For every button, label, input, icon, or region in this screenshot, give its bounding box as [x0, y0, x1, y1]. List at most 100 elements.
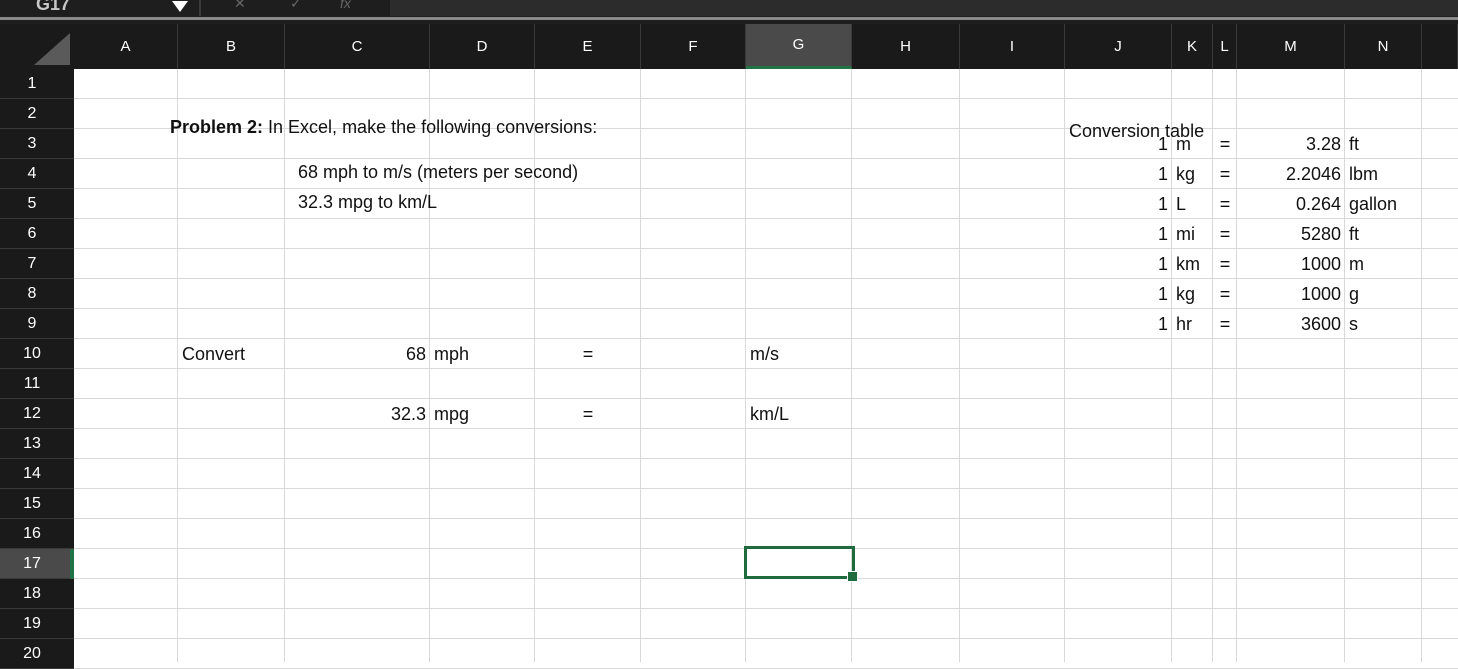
- conversion-to-unit[interactable]: lbm: [1345, 159, 1422, 189]
- conversion-from-unit[interactable]: km: [1172, 249, 1213, 279]
- row10-equals[interactable]: =: [535, 339, 641, 369]
- conversion-value[interactable]: 5280: [1237, 219, 1345, 249]
- row12-target-unit[interactable]: km/L: [746, 399, 852, 429]
- conversion-value[interactable]: 1000: [1237, 279, 1345, 309]
- conversion-equals[interactable]: =: [1213, 279, 1237, 309]
- column-header-n[interactable]: N: [1345, 24, 1422, 69]
- row-number: 1: [27, 75, 37, 92]
- active-cell-selection[interactable]: [744, 546, 858, 582]
- row-number: 10: [23, 345, 41, 362]
- row-number: 13: [23, 435, 41, 452]
- conversion-equals[interactable]: =: [1213, 219, 1237, 249]
- conversion-value[interactable]: 3600: [1237, 309, 1345, 339]
- gridline-horizontal: [74, 488, 1458, 489]
- row-header-16[interactable]: 16: [0, 519, 74, 549]
- column-header-d[interactable]: D: [430, 24, 535, 69]
- row12-unit[interactable]: mpg: [430, 399, 535, 429]
- conversion-value[interactable]: 2.2046: [1237, 159, 1345, 189]
- row10-value[interactable]: 68: [285, 339, 430, 369]
- cancel-icon[interactable]: ✕: [234, 0, 246, 12]
- row-header-4[interactable]: 4: [0, 159, 74, 189]
- conversion-value[interactable]: 0.264: [1237, 189, 1345, 219]
- column-header-o[interactable]: [1422, 24, 1458, 69]
- row-number: 8: [27, 285, 37, 302]
- conversion-from-unit[interactable]: L: [1172, 189, 1213, 219]
- conversion-to-unit[interactable]: ft: [1345, 219, 1422, 249]
- row-header-17[interactable]: 17: [0, 549, 74, 579]
- task-2-text[interactable]: 32.3 mpg to km/L: [294, 187, 894, 217]
- column-header-e[interactable]: E: [535, 24, 641, 69]
- column-header-a[interactable]: A: [74, 24, 178, 69]
- conversion-equals[interactable]: =: [1213, 159, 1237, 189]
- conversion-from-unit[interactable]: kg: [1172, 159, 1213, 189]
- row10-unit[interactable]: mph: [430, 339, 535, 369]
- row12-equals[interactable]: =: [535, 399, 641, 429]
- conversion-equals[interactable]: =: [1213, 129, 1237, 159]
- row-number: 15: [23, 495, 41, 512]
- conversion-qty[interactable]: 1: [1065, 249, 1172, 279]
- conversion-from-unit[interactable]: hr: [1172, 309, 1213, 339]
- conversion-qty[interactable]: 1: [1065, 189, 1172, 219]
- conversion-value[interactable]: 3.28: [1237, 129, 1345, 159]
- conversion-qty[interactable]: 1: [1065, 279, 1172, 309]
- row-header-20[interactable]: 20: [0, 639, 74, 669]
- conversion-qty[interactable]: 1: [1065, 159, 1172, 189]
- confirm-icon[interactable]: ✓: [290, 0, 302, 12]
- conversion-equals[interactable]: =: [1213, 309, 1237, 339]
- conversion-to-unit[interactable]: g: [1345, 279, 1422, 309]
- select-all-button[interactable]: [0, 24, 74, 69]
- row-header-6[interactable]: 6: [0, 219, 74, 249]
- column-header-i[interactable]: I: [960, 24, 1065, 69]
- row-header-15[interactable]: 15: [0, 489, 74, 519]
- row10-target-unit[interactable]: m/s: [746, 339, 852, 369]
- conversion-from-unit[interactable]: m: [1172, 129, 1213, 159]
- conversion-equals[interactable]: =: [1213, 249, 1237, 279]
- row-header-8[interactable]: 8: [0, 279, 74, 309]
- row-header-18[interactable]: 18: [0, 579, 74, 609]
- conversion-qty[interactable]: 1: [1065, 309, 1172, 339]
- formula-input[interactable]: [390, 0, 1458, 16]
- column-header-l[interactable]: L: [1213, 24, 1237, 69]
- row-number: 16: [23, 525, 41, 542]
- row-number: 12: [23, 405, 41, 422]
- conversion-qty[interactable]: 1: [1065, 129, 1172, 159]
- convert-label[interactable]: Convert: [178, 339, 285, 369]
- row-header-2[interactable]: 2: [0, 99, 74, 129]
- row-header-9[interactable]: 9: [0, 309, 74, 339]
- row-header-10[interactable]: 10: [0, 339, 74, 369]
- conversion-equals[interactable]: =: [1213, 189, 1237, 219]
- column-header-f[interactable]: F: [641, 24, 746, 69]
- column-header-k[interactable]: K: [1172, 24, 1213, 69]
- conversion-value[interactable]: 1000: [1237, 249, 1345, 279]
- conversion-from-unit[interactable]: kg: [1172, 279, 1213, 309]
- row-header-19[interactable]: 19: [0, 609, 74, 639]
- row-header-13[interactable]: 13: [0, 429, 74, 459]
- column-header-g[interactable]: G: [746, 24, 852, 69]
- chevron-down-icon[interactable]: [172, 1, 188, 12]
- formula-bar: G17 ✕ ✓ fx: [0, 0, 1458, 24]
- conversion-to-unit[interactable]: gallon: [1345, 189, 1422, 219]
- conversion-qty[interactable]: 1: [1065, 219, 1172, 249]
- column-header-c[interactable]: C: [285, 24, 430, 69]
- row-header-12[interactable]: 12: [0, 399, 74, 429]
- row-header-5[interactable]: 5: [0, 189, 74, 219]
- problem-heading[interactable]: Problem 2: In Excel, make the following …: [166, 112, 726, 142]
- conversion-from-unit[interactable]: mi: [1172, 219, 1213, 249]
- fill-handle[interactable]: [847, 571, 858, 582]
- row-header-7[interactable]: 7: [0, 249, 74, 279]
- conversion-to-unit[interactable]: s: [1345, 309, 1422, 339]
- conversion-to-unit[interactable]: ft: [1345, 129, 1422, 159]
- conversion-to-unit[interactable]: m: [1345, 249, 1422, 279]
- row12-value[interactable]: 32.3: [285, 399, 430, 429]
- row-header-3[interactable]: 3: [0, 129, 74, 159]
- column-header-j[interactable]: J: [1065, 24, 1172, 69]
- column-header-m[interactable]: M: [1237, 24, 1345, 69]
- gridline-horizontal: [74, 458, 1458, 459]
- row-header-11[interactable]: 11: [0, 369, 74, 399]
- row-header-1[interactable]: 1: [0, 69, 74, 99]
- column-header-b[interactable]: B: [178, 24, 285, 69]
- row-header-14[interactable]: 14: [0, 459, 74, 489]
- fx-icon[interactable]: fx: [340, 0, 351, 11]
- column-header-h[interactable]: H: [852, 24, 960, 69]
- task-1-text[interactable]: 68 mph to m/s (meters per second): [294, 157, 894, 187]
